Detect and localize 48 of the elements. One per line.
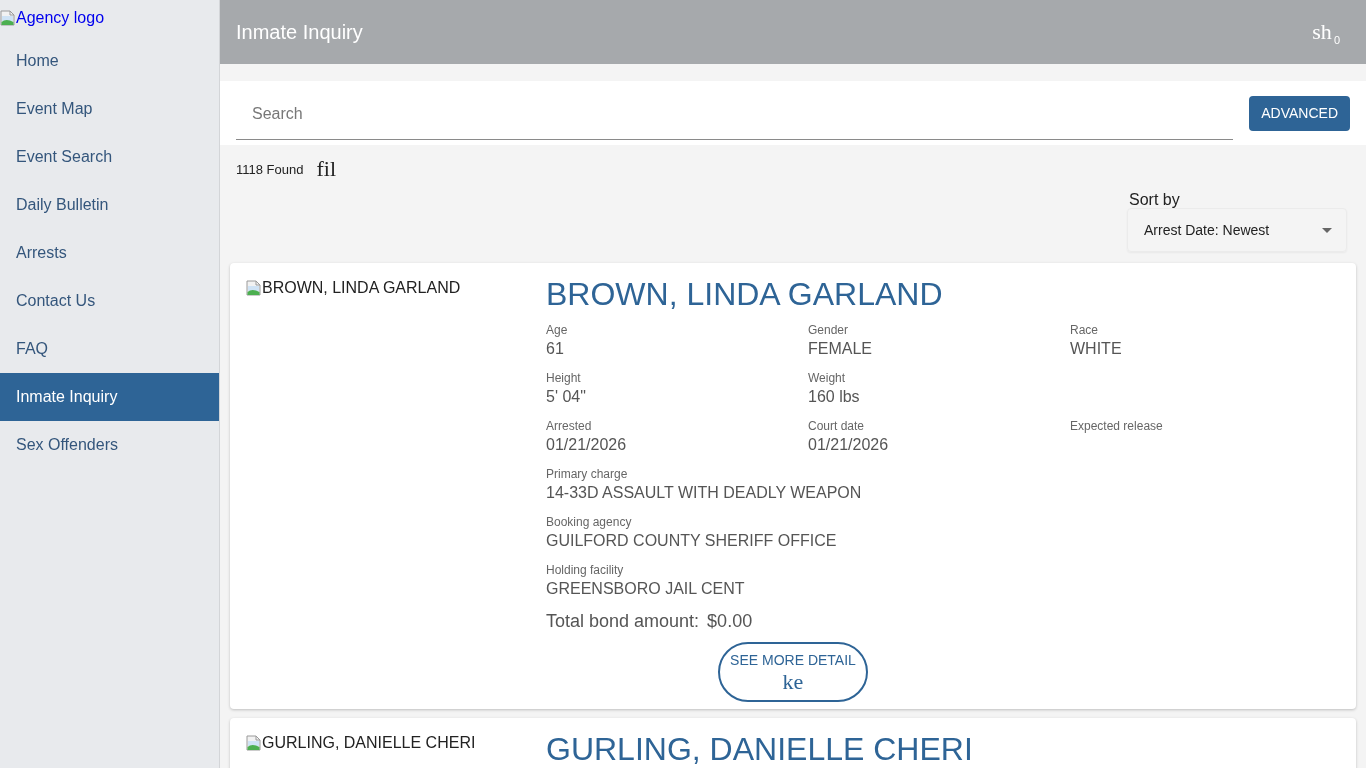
field-label: Age — [546, 322, 568, 338]
broken-image-icon — [246, 735, 262, 751]
field-label: Holding facility — [546, 562, 624, 578]
sidebar-item[interactable]: Event Map — [0, 85, 219, 133]
bond-amount: $0.00 — [707, 610, 753, 632]
field-label: Weight — [808, 370, 846, 386]
sidebar-item[interactable]: Arrests — [0, 229, 219, 277]
sidebar-item[interactable]: Inmate Inquiry — [0, 373, 219, 421]
icon-fallback-text[interactable]: fil — [316, 158, 337, 180]
bond-label: Total bond amount: — [546, 610, 700, 632]
field-label: Expected release — [1070, 418, 1163, 434]
sort-select[interactable]: Arrest Date: Newest — [1127, 208, 1347, 252]
field-label: Booking agency — [546, 514, 632, 530]
field-value: 01/21/2026 — [808, 435, 889, 455]
agency-logo-link[interactable]: Agency logo — [0, 9, 105, 27]
field-value: 14-33D ASSAULT WITH DEADLY WEAPON — [546, 483, 862, 503]
field-label: Court date — [808, 418, 865, 434]
count-text: 0 — [1333, 35, 1340, 46]
field-value: 160 lbs — [808, 387, 860, 407]
sidebar-item[interactable]: Daily Bulletin — [0, 181, 219, 229]
photo-alt-text: BROWN, LINDA GARLAND — [246, 279, 461, 297]
search-bar[interactable]: Search ADVANCED — [220, 81, 1366, 145]
field-label: Arrested — [546, 418, 592, 434]
field-value: 01/21/2026 — [546, 435, 627, 455]
sidebar-item[interactable]: Sex Offenders — [0, 421, 219, 469]
sidebar-item[interactable]: FAQ — [0, 325, 219, 373]
field-value: 5' 04" — [546, 387, 586, 407]
broken-image-icon — [246, 280, 262, 296]
field-value: WHITE — [1070, 339, 1122, 359]
sort-label: Sort by — [1128, 192, 1181, 208]
page-title: Inmate Inquiry — [236, 20, 363, 44]
field-label: Height — [546, 370, 581, 386]
see-more-detail-button[interactable]: SEE MORE DETAIL ke — [718, 642, 868, 702]
field-value: GUILFORD COUNTY SHERIFF OFFICE — [546, 531, 837, 551]
caret-icon — [1322, 227, 1332, 233]
advanced-button[interactable]: ADVANCED — [1249, 95, 1350, 131]
field-value: GREENSBORO JAIL CENT — [546, 579, 745, 599]
field-value: FEMALE — [808, 339, 872, 359]
result-count: 1118 Found — [236, 162, 304, 176]
field-label: Primary charge — [546, 466, 628, 482]
photo-alt-text: GURLING, DANIELLE CHERI — [246, 734, 476, 752]
field-label: Race — [1070, 322, 1098, 338]
sidebar-item[interactable]: Event Search — [0, 133, 219, 181]
sidebar-item[interactable]: Home — [0, 37, 219, 85]
field-label: Gender — [808, 322, 849, 338]
icon-fallback-text: ke — [782, 670, 804, 693]
field-value: 61 — [546, 339, 564, 359]
sidebar-item[interactable]: Contact Us — [0, 277, 219, 325]
